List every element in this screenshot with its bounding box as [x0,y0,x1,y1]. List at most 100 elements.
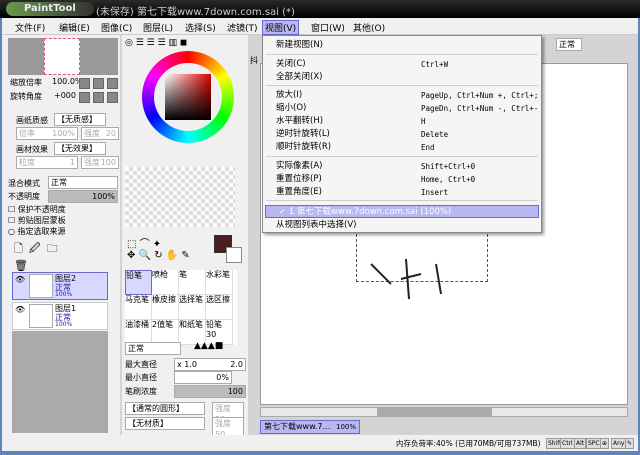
menu-item-shortcut: H [421,117,426,126]
menu-item-label: 重置位移(P) [276,174,322,184]
angle-value[interactable]: +000 [54,91,76,100]
tool-eraser[interactable]: 橡皮擦 [152,295,179,320]
brush-mode-select[interactable]: 正常 [125,342,181,355]
menu-item-label: 全部关闭(X) [276,72,323,82]
menu-item-close[interactable]: 关闭(C) Ctrl+W [263,58,541,71]
tool-marker[interactable]: 马克笔 [125,295,152,320]
menu-item-rotate-ccw[interactable]: 逆时针旋转(L) Delete [263,128,541,141]
scrollbar-thumb[interactable] [377,408,492,416]
eye-icon[interactable]: 👁 [15,275,25,284]
min-size-field[interactable]: 0% [174,371,232,384]
menu-item-zoom-in[interactable]: 放大(I) PageUp, Ctrl+Num +, Ctrl+; [263,89,541,102]
zoom-out-button[interactable] [79,78,90,89]
menu-item-label: 顺时针旋转(R) [276,142,332,152]
saturation-value-square[interactable] [165,74,211,120]
menu-item-close-all[interactable]: 全部关闭(X) [263,71,541,84]
menu-item-shortcut: End [421,143,435,152]
max-size-field[interactable]: x 1.0 2.0 [174,358,246,371]
opacity-slider[interactable]: 100% [48,190,118,203]
protect-opacity-checkbox[interactable]: ☐ 保护不透明度 [8,204,66,215]
density-label: 笔刷浓度 [125,387,157,396]
app-logo: PaintTool SAI [6,2,94,28]
effect-strength: 强度 100 [81,156,119,169]
menu-other[interactable]: 其他(O) [350,20,388,35]
clipping-checkbox[interactable]: ☐ 剪贴图层蒙板 [8,215,66,226]
menu-item-zoom-out[interactable]: 缩小(O) PageDn, Ctrl+Num -, Ctrl+- [263,102,541,115]
paper-texture-label: 画纸质感 [16,116,48,125]
menu-item-label: 放大(I) [276,90,303,100]
color-mode-tabs[interactable]: ◎ ☰ ☰ ☰ ▥ ◼ [125,38,215,50]
menu-item-view-1[interactable]: ✓ 1 第七下载www.7down.com.sai (100%) [265,205,539,218]
menu-item-shortcut: Insert [421,188,449,197]
zoom-in-button[interactable] [93,78,104,89]
tool-select-eraser[interactable]: 选区擦 [206,295,233,320]
rotate-cw-button[interactable] [93,92,104,103]
effect-label: 画材效果 [16,145,48,154]
color-swatches[interactable] [125,167,235,227]
menu-item-label: 重置角度(E) [276,187,323,197]
menu-layer[interactable]: 图层(L) [140,20,176,35]
menu-view[interactable]: 视图(V) [262,20,300,35]
zoom-reset-button[interactable] [107,78,118,89]
document-tab[interactable]: 第七下载www.7d... 100% [260,420,360,434]
tool-brush[interactable]: 笔 [179,270,206,295]
density-slider[interactable]: 100 [174,385,246,398]
menu-item-shortcut: PageUp, Ctrl+Num +, Ctrl+; [421,91,539,100]
ctrl-key-indicator[interactable]: Ctrl [560,438,575,449]
eye-icon[interactable]: 👁 [15,305,25,314]
rotate-reset-button[interactable] [107,92,118,103]
blend-mode-label: 混合模式 [8,179,40,188]
pen-icon[interactable]: ✎ [625,438,635,449]
menu-item-reset-angle[interactable]: 重置角度(E) Insert [263,186,541,199]
selection-source-radio[interactable]: ○ 指定选取来源 [8,226,66,237]
view-menu-dropdown: 新建视图(N) 关闭(C) Ctrl+W 全部关闭(X) 放大(I) PageUp, Ct… [262,35,542,233]
effect-select[interactable]: 【无效果】 [54,142,106,155]
menu-file[interactable]: 文件(F) [12,20,48,35]
menu-item-label: ✓ 1 第七下载www.7down.com.sai (100%) [279,207,452,217]
tool-select-pen[interactable]: 选择笔 [179,295,206,320]
rotate-ccw-button[interactable] [79,92,90,103]
tool-pencil[interactable]: 铅笔 [125,270,152,295]
selection-tools[interactable]: ⬚ ⌒ ✦ ✥ 🔍 ↻ ✋ ✎ [127,235,207,265]
move-icon[interactable]: ⊕ [600,438,610,449]
menu-item-shortcut: Shift+Ctrl+0 [421,162,476,171]
horizontal-scrollbar[interactable] [260,407,628,417]
color-wheel[interactable] [142,51,234,143]
menu-item-new-view[interactable]: 新建视图(N) [263,39,541,52]
menu-edit[interactable]: 编辑(E) [56,20,93,35]
sketch-strokes [370,258,442,300]
menu-item-label: 逆时针旋转(L) [276,129,330,139]
brush-edge-options[interactable]: ▲▲▲■ [194,341,223,351]
new-linework-icon[interactable]: 🖉 [29,242,47,255]
brush-texture-select[interactable]: 【无材质】 [125,417,205,430]
blend-mode-select[interactable]: 正常 [48,176,118,189]
layer-opacity: 100% [55,321,73,328]
secondary-color[interactable] [226,247,242,263]
trash-icon[interactable]: 🗑 [14,259,34,272]
menu-item-select-from-list[interactable]: 从视图列表中选择(V) [263,219,541,232]
tool-watercolor[interactable]: 水彩笔 [206,270,233,295]
new-layer-icon[interactable]: 🗋 [14,242,29,255]
brush-shape-select[interactable]: 【通常的圆形】 [125,402,205,415]
layer-toolbar: 🗋🖉🗀 🗑 [14,240,114,272]
layer-item[interactable]: 👁 图层2 正常 100% [12,272,108,300]
menu-item-reset-position[interactable]: 重置位移(P) Home, Ctrl+0 [263,173,541,186]
menu-select[interactable]: 选择(S) [182,20,219,35]
menu-image[interactable]: 图像(C) [98,20,135,35]
navigator-preview[interactable] [8,38,118,75]
new-folder-icon[interactable]: 🗀 [47,242,64,255]
menu-item-label: 缩小(O) [276,103,307,113]
menu-window[interactable]: 窗口(W) [308,20,348,35]
canvas-blend-select[interactable]: 正常 [556,38,582,51]
menu-item-actual-pixels[interactable]: 实际像素(A) Shift+Ctrl+0 [263,160,541,173]
menu-item-label: 关闭(C) [276,59,306,69]
layer-thumbnail [29,304,53,328]
alt-key-indicator[interactable]: Alt [574,438,587,449]
zoom-value[interactable]: 100.0% [52,77,83,86]
tool-airbrush[interactable]: 喷枪 [152,270,179,295]
layer-item[interactable]: 👁 图层1 正常 100% [12,302,108,330]
menu-item-rotate-cw[interactable]: 顺时针旋转(R) End [263,141,541,154]
paper-texture-select[interactable]: 【无质感】 [54,113,106,126]
menu-filter[interactable]: 滤镜(T) [224,20,261,35]
menu-item-flip-horizontal[interactable]: 水平翻转(H) H [263,115,541,128]
